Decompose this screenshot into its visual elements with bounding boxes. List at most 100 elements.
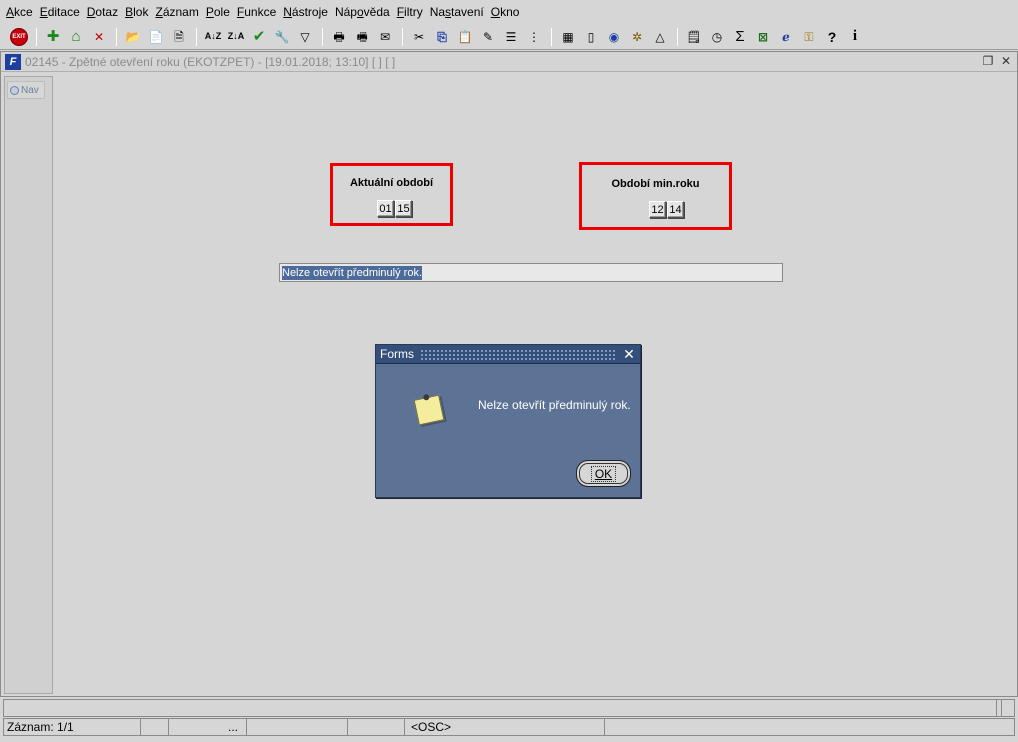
exit-button[interactable]: EXIT (8, 26, 30, 48)
commit-button[interactable]: ✔ (248, 26, 270, 48)
tools-button[interactable]: 🔧 (271, 26, 293, 48)
delete-record-button[interactable]: ✕ (88, 26, 110, 48)
document-button[interactable]: ▯ (580, 26, 602, 48)
query-cancel-button[interactable]: 🗎 (168, 26, 190, 48)
filter-button[interactable]: ▽ (294, 26, 316, 48)
current-period-frame: Aktuální období 01 15 (330, 163, 453, 226)
dialog-drag-grip (420, 348, 615, 360)
query-execute-button[interactable]: 📄 (145, 26, 167, 48)
insert-record-button[interactable]: ✚ (42, 26, 64, 48)
filter-icon: ▽ (300, 29, 310, 44)
exit-icon: EXIT (10, 27, 28, 46)
menu-bar: Akce Editace Dotaz Blok Záznam Pole Funk… (0, 0, 1018, 24)
sort-asc-button[interactable]: A↓Z (202, 26, 224, 48)
settings-button[interactable]: ✲ (626, 26, 648, 48)
copy-button[interactable]: ⎘ (431, 26, 453, 48)
paste-button[interactable]: 📋 (454, 26, 476, 48)
print-button[interactable]: 🖶 (328, 26, 350, 48)
radio-icon (10, 85, 19, 95)
calendar-button[interactable]: ▦ (557, 26, 579, 48)
wrench-icon: 🔧 (274, 29, 290, 44)
menu-pole[interactable]: Pole (204, 5, 235, 19)
status-record: Záznam: 1/1 (4, 719, 141, 735)
excel-icon: ⊠ (757, 29, 769, 44)
menu-filtry[interactable]: Filtry (395, 5, 428, 19)
toolbar: EXIT ✚ ⌂ ✕ 📂 📄 🗎 A↓Z Z↓A ✔ 🔧 ▽ 🖶 🖷 ✉ ✂ ⎘… (0, 24, 1018, 50)
mail-button[interactable]: ✉ (374, 26, 396, 48)
ok-button[interactable]: OK (576, 460, 631, 487)
hint-button[interactable]: ⚿ (798, 26, 820, 48)
report-button[interactable]: 🗒 (683, 26, 705, 48)
sort-asc-icon: A↓Z (204, 31, 222, 41)
toolbar-separator (402, 27, 403, 46)
menu-editace[interactable]: Editace (38, 5, 85, 19)
report-icon: 🗒 (686, 29, 702, 44)
warning-button[interactable]: △ (649, 26, 671, 48)
min-year-period-month-field[interactable]: 12 (649, 201, 666, 218)
menu-zaznam[interactable]: Záznam (153, 5, 203, 19)
paste-icon: 📋 (457, 29, 473, 44)
toolbar-separator (36, 27, 37, 46)
sum-button[interactable]: Σ (729, 26, 751, 48)
dialog-message: Nelze otevřít předminulý rok. (478, 398, 631, 412)
menu-okno[interactable]: Okno (489, 5, 525, 19)
cut-button[interactable]: ✂ (408, 26, 430, 48)
clock-button[interactable]: ◷ (706, 26, 728, 48)
sort-desc-button[interactable]: Z↓A (225, 26, 247, 48)
dialog-titlebar[interactable]: Forms ✕ (376, 345, 640, 364)
help-icon: ? (827, 28, 837, 45)
excel-button[interactable]: ⊠ (752, 26, 774, 48)
menu-blok[interactable]: Blok (123, 5, 153, 19)
min-year-period-year-field[interactable]: 14 (667, 201, 684, 218)
menu-nastaveni[interactable]: Nastavení (428, 5, 489, 19)
form-title: 02145 - Zpětné otevření roku (EKOTZPET) … (25, 54, 396, 69)
message-field-text: Nelze otevřít předminulý rok. (282, 265, 422, 280)
menu-napoveda[interactable]: Nápověda (333, 5, 395, 19)
menu-dotaz[interactable]: Dotaz (85, 5, 123, 19)
query-enter-button[interactable]: 📂 (122, 26, 144, 48)
house-add-icon: ⌂ (71, 28, 81, 45)
status-ellipsis: ... (169, 719, 247, 735)
message-field[interactable]: Nelze otevřít předminulý rok. (279, 263, 783, 282)
query-enter-icon: 📂 (125, 29, 141, 44)
restore-icon[interactable]: ❐ (981, 54, 995, 68)
forms-app-icon: F (5, 53, 21, 70)
nav-panel: Nav (4, 76, 53, 694)
edit-button[interactable]: ✎ (477, 26, 499, 48)
menu-akce[interactable]: Akce (4, 5, 38, 19)
delete-record-icon: ✕ (93, 29, 105, 44)
copy-icon: ⎘ (437, 29, 447, 44)
tree-button[interactable]: ⋮ (523, 26, 545, 48)
printer-icon: 🖶 (333, 29, 345, 44)
menu-nastroje[interactable]: Nástroje (281, 5, 333, 19)
triangle-icon: △ (655, 29, 665, 44)
print-preview-button[interactable]: 🖷 (351, 26, 373, 48)
info-button[interactable]: i (844, 26, 866, 48)
browser-button[interactable]: ℯ (775, 26, 797, 48)
status-cell-empty (348, 719, 405, 735)
min-year-period-label: Období min.roku (611, 178, 700, 190)
current-period-label: Aktuální období (349, 177, 434, 189)
status-bar: Záznam: 1/1 ... <OSC> (3, 718, 1015, 736)
tree-icon: ⋮ (528, 29, 540, 44)
toolbar-separator (677, 27, 678, 46)
close-icon[interactable]: ✕ (621, 346, 637, 363)
clock-icon: ◷ (711, 29, 723, 44)
menu-funkce[interactable]: Funkce (235, 5, 281, 19)
globe-button[interactable]: ◉ (603, 26, 625, 48)
insert-house-button[interactable]: ⌂ (65, 26, 87, 48)
close-icon[interactable]: ✕ (999, 54, 1013, 68)
calendar-icon: ▦ (562, 29, 574, 44)
current-period-year-field[interactable]: 15 (395, 200, 412, 217)
status-message-line (3, 699, 1015, 717)
nav-tab[interactable]: Nav (7, 81, 45, 99)
status-cell-empty (141, 719, 169, 735)
list-button[interactable]: ☰ (500, 26, 522, 48)
globe-icon: ◉ (608, 29, 620, 44)
current-period-month-field[interactable]: 01 (377, 200, 394, 217)
add-record-icon: ✚ (46, 28, 60, 45)
envelope-icon: ✉ (379, 29, 391, 44)
help-button[interactable]: ? (821, 26, 843, 48)
status-mode: <OSC> (405, 719, 605, 735)
checkmark-icon: ✔ (252, 28, 266, 45)
